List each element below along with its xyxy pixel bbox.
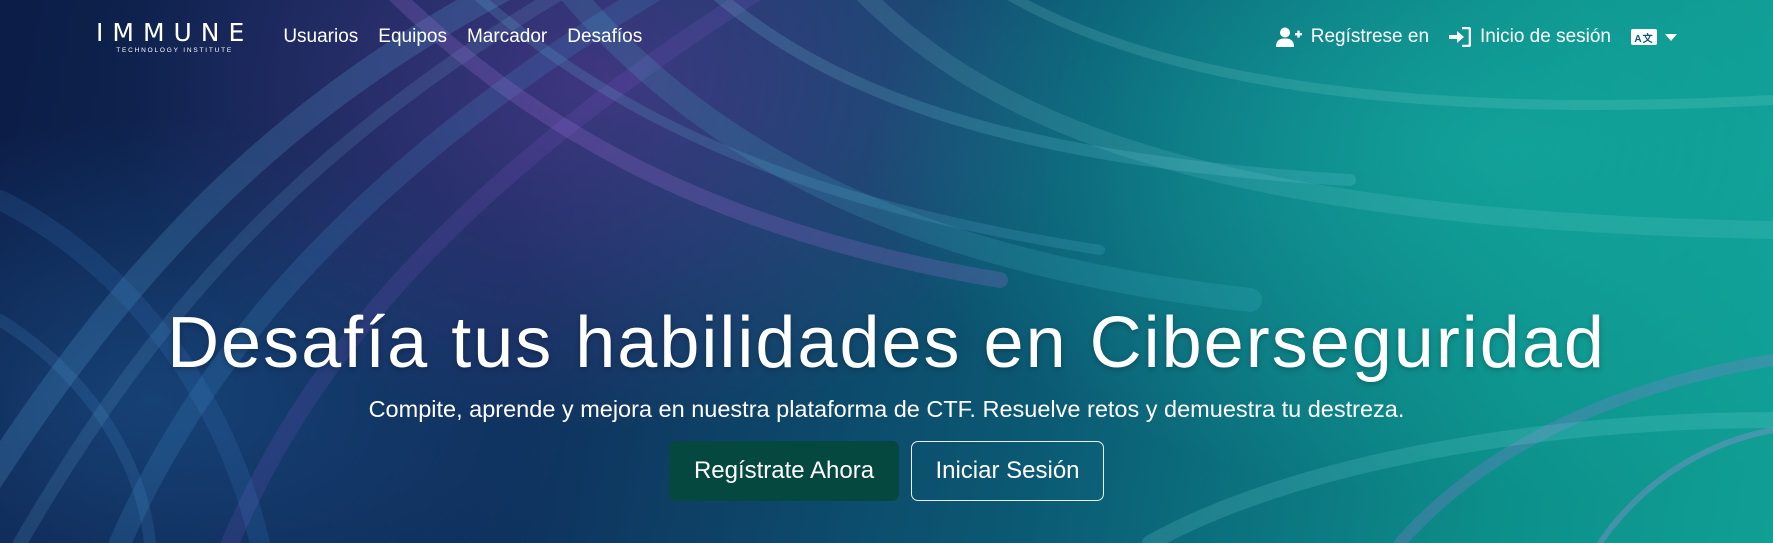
hero-section: IMMUNE TECHNOLOGY INSTITUTE Usuarios Equ… [0,0,1773,543]
brand-name: IMMUNE [96,17,254,47]
hero-title: Desafía tus habilidades en Cibersegurida… [167,303,1606,383]
nav-link-marcador[interactable]: Marcador [467,26,547,48]
language-dropdown[interactable]: A文 [1631,29,1677,45]
caret-down-icon [1665,33,1677,41]
top-navbar: IMMUNE TECHNOLOGY INSTITUTE Usuarios Equ… [0,0,1773,74]
login-link[interactable]: Inicio de sesión [1449,26,1611,48]
nav-link-desafios[interactable]: Desafíos [567,26,642,48]
nav-link-usuarios[interactable]: Usuarios [283,26,358,48]
hero-subtitle: Compite, aprende y mejora en nuestra pla… [368,396,1405,422]
user-plus-icon [1275,27,1302,47]
nav-link-equipos[interactable]: Equipos [378,26,447,48]
hero-buttons: Regístrate Ahora Iniciar Sesión [669,441,1104,501]
language-icon: A文 [1631,29,1657,45]
brand-logo[interactable]: IMMUNE TECHNOLOGY INSTITUTE [96,17,254,55]
hero-content: Desafía tus habilidades en Cibersegurida… [0,300,1773,501]
nav-right: Regístrese en Inicio de sesión A文 [1275,26,1677,48]
brand-tagline: TECHNOLOGY INSTITUTE [116,46,234,54]
register-label: Regístrese en [1310,26,1430,47]
register-now-button[interactable]: Regístrate Ahora [669,441,899,501]
sign-in-icon [1449,27,1472,47]
register-link[interactable]: Regístrese en [1275,26,1430,48]
login-label: Inicio de sesión [1480,26,1611,47]
nav-links: Usuarios Equipos Marcador Desafíos [283,26,642,48]
login-button[interactable]: Iniciar Sesión [911,441,1104,501]
